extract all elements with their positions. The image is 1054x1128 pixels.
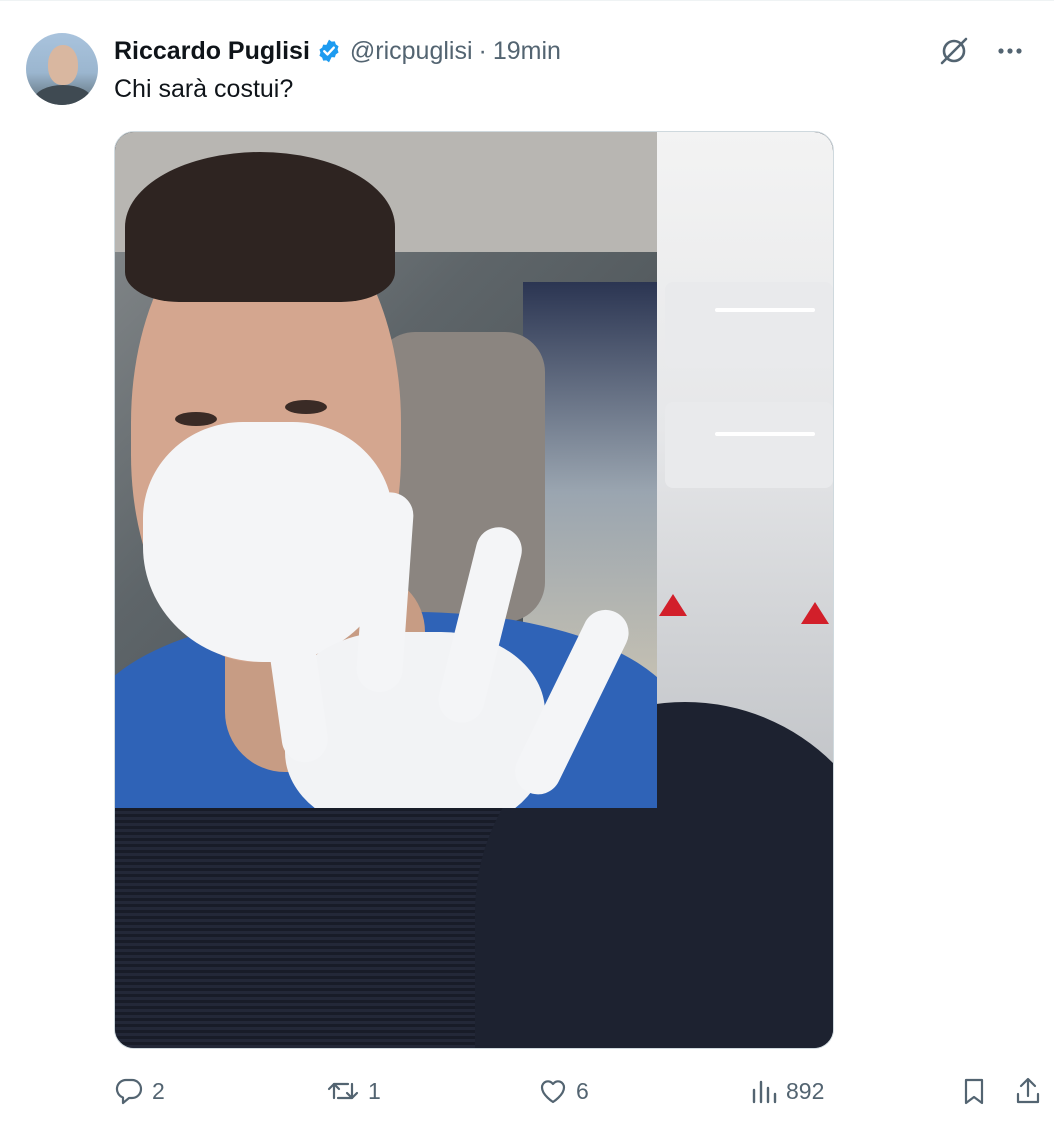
views-count: 892 — [786, 1077, 825, 1104]
cabin-light — [715, 308, 815, 312]
avatar-body — [34, 85, 92, 105]
seat-logo — [659, 594, 687, 616]
bookmark-button[interactable] — [960, 1071, 988, 1111]
inset-selfie — [115, 132, 657, 808]
bookmark-icon — [964, 1078, 984, 1105]
share-icon — [1016, 1077, 1040, 1104]
tweet-text: Chi sarà costui? — [114, 75, 294, 103]
tweet-header: Riccardo Puglisi @ricpuglisi · 19min — [114, 35, 561, 67]
timestamp[interactable]: 19min — [493, 37, 561, 66]
retweet-count: 1 — [368, 1077, 381, 1104]
separator: · — [478, 36, 487, 65]
retweet-icon — [327, 1082, 359, 1100]
top-icons — [936, 33, 1028, 69]
author-name[interactable]: Riccardo Puglisi — [114, 37, 310, 66]
reply-icon — [115, 1078, 143, 1105]
avatar[interactable] — [26, 33, 98, 105]
overhead-bin — [665, 402, 833, 488]
share-button[interactable] — [1014, 1071, 1042, 1111]
action-bar: 2 1 6 892 — [114, 1071, 1040, 1111]
views-button[interactable]: 892 — [750, 1071, 824, 1111]
like-button[interactable]: 6 — [538, 1071, 589, 1111]
retweet-button[interactable]: 1 — [326, 1071, 381, 1111]
overhead-bin — [665, 282, 833, 368]
views-icon — [752, 1080, 777, 1104]
eye — [285, 400, 327, 414]
heart-icon — [540, 1080, 566, 1104]
author-handle[interactable]: @ricpuglisi — [350, 37, 473, 66]
more-icon[interactable] — [992, 33, 1028, 69]
reply-count: 2 — [152, 1077, 165, 1104]
tweet-image[interactable] — [114, 131, 834, 1049]
reply-button[interactable]: 2 — [114, 1071, 165, 1111]
hair — [125, 152, 395, 302]
like-count: 6 — [576, 1077, 589, 1104]
verified-badge-icon — [316, 38, 342, 64]
tweet[interactable]: Riccardo Puglisi @ricpuglisi · 19min Chi — [0, 0, 1054, 1128]
avatar-face — [48, 45, 78, 85]
eye — [175, 412, 217, 426]
exit-marker — [801, 602, 829, 624]
grok-icon[interactable] — [936, 33, 972, 69]
cabin-light — [715, 432, 815, 436]
